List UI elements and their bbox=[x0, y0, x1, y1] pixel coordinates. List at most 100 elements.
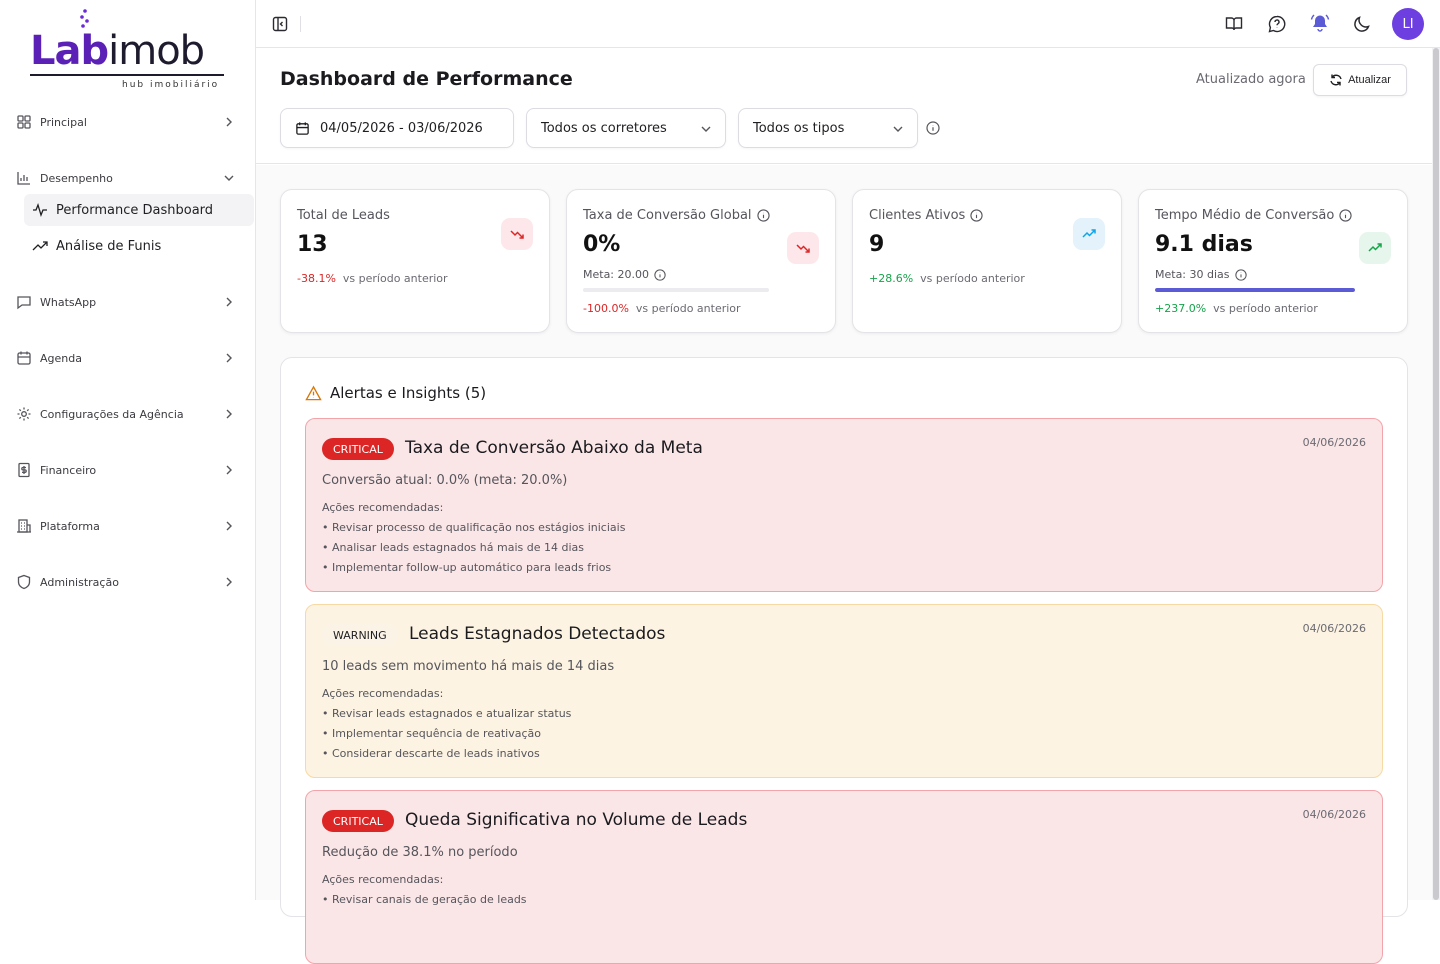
kpi-value: 9 bbox=[869, 232, 885, 257]
trend-up-badge bbox=[1359, 232, 1391, 264]
sidebar-item-agenda[interactable]: Agenda bbox=[16, 346, 240, 370]
alert-date: 04/06/2026 bbox=[1302, 808, 1366, 821]
sidebar-item-administracao[interactable]: Administração bbox=[16, 570, 240, 594]
alert-action-item: • Implementar sequência de reativação bbox=[322, 727, 541, 740]
moon-icon[interactable] bbox=[1352, 14, 1372, 34]
type-select[interactable]: Todos os tipos bbox=[738, 108, 918, 148]
alert-action-item: • Analisar leads estagnados há mais de 1… bbox=[322, 541, 584, 554]
alert-title: Taxa de Conversão Abaixo da Meta bbox=[405, 438, 703, 458]
sidebar-toggle-icon[interactable] bbox=[270, 14, 290, 34]
page-header: Dashboard de Performance Atualizado agor… bbox=[256, 48, 1432, 164]
chevron-right-icon bbox=[226, 353, 232, 363]
trend-up-icon bbox=[1368, 243, 1382, 252]
book-icon[interactable] bbox=[1224, 14, 1244, 34]
severity-badge: WARNING bbox=[322, 624, 398, 646]
sidebar-item-whatsapp[interactable]: WhatsApp bbox=[16, 290, 240, 314]
date-range-picker[interactable]: 04/05/2026 - 03/06/2026 bbox=[280, 108, 514, 148]
calendar-icon bbox=[17, 351, 31, 365]
sidebar-item-label: Desempenho bbox=[40, 171, 113, 185]
bar-chart-icon bbox=[17, 172, 30, 185]
alert-title: Queda Significativa no Volume de Leads bbox=[405, 810, 748, 830]
sidebar-item-label: Configurações da Agência bbox=[40, 407, 184, 421]
grid-icon bbox=[17, 115, 31, 129]
sidebar-item-label: Plataforma bbox=[40, 519, 100, 533]
sidebar-item-plataforma[interactable]: Plataforma bbox=[16, 514, 240, 538]
user-avatar[interactable]: LI bbox=[1392, 8, 1424, 40]
alert-date: 04/06/2026 bbox=[1302, 622, 1366, 635]
sidebar-item-desempenho[interactable]: Desempenho bbox=[16, 166, 240, 190]
page-scrollbar[interactable] bbox=[1432, 48, 1440, 900]
alert-actions-label: Ações recomendadas: bbox=[322, 687, 444, 700]
kpi-label: Clientes Ativos bbox=[869, 208, 983, 223]
chevron-right-icon bbox=[226, 465, 232, 475]
info-icon[interactable] bbox=[756, 209, 770, 222]
receipt-icon bbox=[18, 462, 30, 478]
kpi-card-total-leads: Total de Leads 13 -38.1% vs período ante… bbox=[280, 189, 550, 333]
sidebar-item-label: Principal bbox=[40, 115, 87, 129]
info-icon[interactable] bbox=[654, 268, 666, 281]
kpi-delta: +28.6% vs período anterior bbox=[869, 272, 1025, 285]
chevron-right-icon bbox=[226, 409, 232, 419]
trend-icon bbox=[32, 241, 48, 251]
alert-card: CRITICAL Queda Significativa no Volume d… bbox=[305, 790, 1383, 964]
help-chat-icon[interactable] bbox=[1267, 14, 1287, 34]
alert-description: 10 leads sem movimento há mais de 14 dia… bbox=[322, 659, 615, 674]
chevron-down-icon bbox=[224, 175, 234, 181]
alert-actions-label: Ações recomendadas: bbox=[322, 873, 444, 886]
sidebar-subitem-label: Performance Dashboard bbox=[56, 202, 214, 218]
alert-card: CRITICAL Taxa de Conversão Abaixo da Met… bbox=[305, 418, 1383, 592]
sidebar-subitem-performance-dashboard[interactable]: Performance Dashboard bbox=[24, 194, 254, 226]
sidebar-item-financeiro[interactable]: Financeiro bbox=[16, 458, 240, 482]
kpi-label: Tempo Médio de Conversão bbox=[1155, 208, 1352, 223]
sidebar-subitem-label: Análise de Funis bbox=[56, 238, 162, 254]
kpi-value: 9.1 dias bbox=[1155, 232, 1253, 257]
kpi-label: Total de Leads bbox=[297, 208, 390, 223]
activity-icon bbox=[33, 203, 47, 217]
logo-dots-icon bbox=[80, 9, 89, 28]
alerts-panel: Alertas e Insights (5) CRITICAL Taxa de … bbox=[280, 357, 1408, 964]
chevron-right-icon bbox=[226, 577, 232, 587]
alerts-title: Alertas e Insights (5) bbox=[305, 384, 486, 402]
logo-wordmark: Labimob bbox=[30, 28, 205, 74]
alert-description: Conversão atual: 0.0% (meta: 20.0%) bbox=[322, 473, 568, 488]
alert-date: 04/06/2026 bbox=[1302, 436, 1366, 449]
alert-card: WARNING Leads Estagnados Detectados 04/0… bbox=[305, 604, 1383, 778]
sidebar-item-label: Administração bbox=[40, 575, 119, 589]
alert-action-item: • Revisar leads estagnados e atualizar s… bbox=[322, 707, 572, 720]
broker-select[interactable]: Todos os corretores bbox=[526, 108, 726, 148]
scrollbar-thumb[interactable] bbox=[1433, 48, 1439, 900]
sidebar-item-principal[interactable]: Principal bbox=[16, 110, 240, 134]
sidebar: Labimob hub imobiliário Principal Desemp… bbox=[0, 0, 256, 900]
kpi-meta: Meta: 20.00 bbox=[583, 268, 666, 281]
info-icon[interactable] bbox=[1339, 209, 1352, 222]
alert-action-item: • Revisar processo de qualificação nos e… bbox=[322, 521, 626, 534]
refresh-button[interactable]: Atualizar bbox=[1313, 64, 1407, 96]
main-content: Total de Leads 13 -38.1% vs período ante… bbox=[256, 165, 1432, 964]
trend-down-icon bbox=[510, 230, 524, 239]
bell-icon[interactable] bbox=[1310, 13, 1330, 33]
broker-select-value: Todos os corretores bbox=[541, 120, 667, 136]
building-icon bbox=[17, 519, 31, 533]
kpi-meta: Meta: 30 dias bbox=[1155, 268, 1247, 281]
info-icon[interactable] bbox=[970, 209, 983, 222]
sidebar-item-configuracoes[interactable]: Configurações da Agência bbox=[16, 402, 240, 426]
trend-down-badge bbox=[501, 218, 533, 250]
info-icon[interactable] bbox=[926, 121, 940, 135]
shield-icon bbox=[17, 574, 31, 590]
info-icon[interactable] bbox=[1234, 268, 1247, 281]
trend-down-icon bbox=[796, 244, 810, 253]
chevron-down-icon bbox=[701, 126, 711, 132]
severity-badge: CRITICAL bbox=[322, 438, 394, 460]
kpi-delta: -38.1% vs período anterior bbox=[297, 272, 448, 285]
sidebar-item-label: Financeiro bbox=[40, 463, 97, 477]
message-icon bbox=[17, 296, 31, 310]
severity-badge: CRITICAL bbox=[322, 810, 394, 832]
sidebar-subitem-analise-de-funis[interactable]: Análise de Funis bbox=[24, 230, 254, 262]
topbar: LI bbox=[256, 0, 1440, 48]
kpi-card-conversion-rate: Taxa de Conversão Global 0% Meta: 20.00 … bbox=[566, 189, 836, 333]
calendar-icon bbox=[296, 121, 309, 135]
date-range-value: 04/05/2026 - 03/06/2026 bbox=[320, 120, 483, 136]
labimob-logo[interactable]: Labimob hub imobiliário bbox=[30, 6, 230, 96]
page-title: Dashboard de Performance bbox=[280, 68, 573, 90]
chevron-down-icon bbox=[893, 126, 903, 132]
